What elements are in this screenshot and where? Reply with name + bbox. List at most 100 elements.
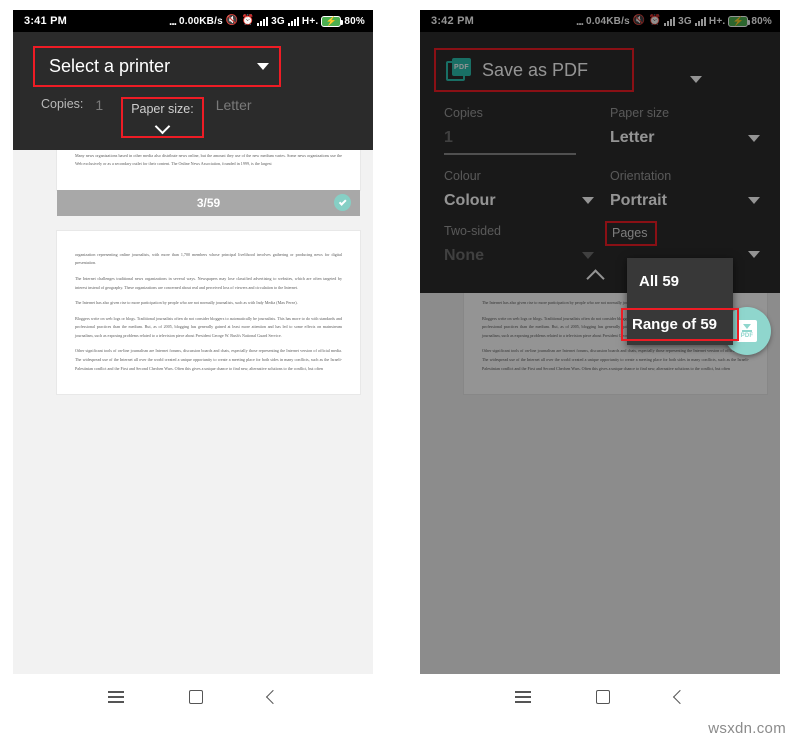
hplus-label: H+. — [301, 15, 319, 27]
alarm-icon: ⏰ — [648, 15, 662, 26]
paper-size-field[interactable]: Paper size Letter — [610, 106, 760, 169]
copies-input[interactable]: 1 — [444, 129, 594, 147]
dropdown-option-all[interactable]: All 59 — [627, 264, 733, 299]
left-page-4: organization representing online journal… — [57, 230, 360, 395]
printer-selector-label: Select a printer — [49, 56, 171, 76]
download-arrow-icon — [743, 324, 751, 329]
paragraph: The Internet has also given rise to more… — [75, 300, 298, 306]
paragraph: Bloggers write on web logs or blogs. Tra… — [75, 315, 342, 338]
copies-field[interactable]: Copies 1 — [444, 106, 594, 169]
pages-label-highlight: Pages — [605, 220, 658, 246]
chevron-down-icon[interactable] — [582, 197, 594, 204]
chevron-down-icon[interactable] — [748, 197, 760, 204]
menu-icon[interactable] — [514, 691, 531, 703]
paragraph: Other significant tools of on-line journ… — [75, 348, 342, 371]
pdf-icon-front: PDF — [452, 58, 471, 76]
dropdown-option-range[interactable]: Range of 59 — [621, 308, 739, 341]
network-type-label: 3G — [271, 15, 285, 27]
left-navigation-bar — [13, 674, 373, 720]
two-sided-value: None — [444, 246, 484, 264]
copies-label: Copies — [444, 106, 483, 120]
network-type-label: 3G — [678, 15, 692, 27]
home-square-icon[interactable] — [188, 690, 203, 704]
signal-bars-icon — [257, 16, 269, 26]
orientation-value: Portrait — [610, 191, 667, 209]
paper-size-value: Letter — [610, 129, 655, 146]
back-chevron-icon[interactable] — [266, 689, 281, 705]
status-time: 3:42 PM — [431, 15, 474, 27]
paper-size-selector[interactable]: Paper size: — [121, 97, 204, 138]
paragraph: organization representing online journal… — [75, 251, 342, 266]
two-sided-label: Two-sided — [444, 223, 501, 238]
left-phone-panel: saying "Nando evolved into the first ser… — [13, 10, 373, 720]
copies-underline — [444, 153, 576, 155]
pages-label: Pages — [612, 225, 648, 240]
alarm-icon: ⏰ — [241, 15, 255, 26]
battery-percent-label: 80% — [344, 15, 365, 27]
paper-size-label: Paper size — [610, 106, 670, 120]
pages-select[interactable] — [610, 250, 760, 258]
signal-bars-icon-2 — [287, 16, 299, 26]
chevron-down-icon[interactable] — [154, 118, 171, 135]
paragraph: The Internet challenges traditional news… — [75, 275, 342, 290]
orientation-select[interactable]: Portrait — [610, 192, 760, 210]
status-icons: ... 0.00KB/s 🔇 ⏰ 3G H+. ⚡ 80% — [169, 14, 365, 28]
page-gap — [13, 216, 373, 231]
left-page-indicator-bar: 3/59 — [57, 189, 360, 216]
battery-charging-icon: ⚡ — [728, 15, 751, 27]
battery-percent-label: 80% — [751, 15, 772, 27]
pages-dropdown-menu[interactable]: All 59 Range of 59 — [621, 258, 739, 345]
hplus-label: H+. — [708, 15, 726, 27]
signal-bars-icon-2 — [694, 16, 706, 26]
status-time: 3:41 PM — [24, 15, 67, 27]
print-options-grid: Copies 1 Paper size Letter Colour Colour… — [444, 106, 760, 279]
right-print-options-panel: PDF Save as PDF Copies 1 Paper size Lett… — [420, 32, 780, 293]
colour-label: Colour — [444, 168, 481, 183]
left-sub-options-row: Copies: 1 Paper size: Letter — [41, 97, 373, 138]
download-bar — [742, 330, 752, 332]
colour-value: Colour — [444, 191, 496, 209]
menu-icon[interactable] — [107, 691, 124, 703]
back-chevron-icon[interactable] — [673, 689, 688, 705]
status-icons: ... 0.04KB/s 🔇 ⏰ 3G H+. ⚡ 80% — [576, 14, 772, 28]
paragraph: Other significant tools of on-line journ… — [482, 348, 749, 371]
destination-label: Save as PDF — [482, 59, 589, 80]
copies-label: Copies: — [41, 97, 84, 111]
chevron-down-icon[interactable] — [690, 76, 702, 83]
paper-size-select[interactable]: Letter — [610, 129, 760, 147]
overflow-dots-icon: ... — [168, 14, 177, 28]
destination-selector[interactable]: PDF Save as PDF — [434, 48, 634, 92]
pdf-download-icon: PDF — [737, 320, 757, 342]
watermark: wsxdn.com — [708, 720, 786, 737]
left-print-options-header: Select a printer Copies: 1 Paper size: L… — [13, 32, 373, 150]
chevron-down-icon[interactable] — [257, 63, 269, 70]
overflow-dots-icon: ... — [575, 14, 584, 28]
paper-size-label: Paper size: — [131, 102, 194, 116]
paragraph: Many news organizations based in other m… — [75, 152, 342, 167]
right-status-bar: 3:42 PM ... 0.04KB/s 🔇 ⏰ 3G H+. ⚡ 80% — [420, 10, 780, 32]
pdf-file-icon: PDF — [446, 58, 472, 82]
colour-field[interactable]: Colour Colour — [444, 169, 594, 224]
mute-icon: 🔇 — [225, 15, 239, 26]
printer-selector[interactable]: Select a printer — [33, 46, 281, 87]
home-square-icon[interactable] — [595, 690, 610, 704]
signal-bars-icon — [664, 16, 676, 26]
check-circle-icon[interactable] — [334, 194, 351, 212]
right-phone-panel: saying "Nando evolved into the first ser… — [420, 10, 780, 720]
two-sided-select[interactable]: None — [444, 247, 594, 265]
network-speed-label: 0.00KB/s — [179, 15, 223, 27]
copies-value[interactable]: 1 — [95, 97, 103, 113]
two-sided-field[interactable]: Two-sided None — [444, 224, 594, 279]
orientation-label: Orientation — [610, 168, 672, 183]
orientation-field[interactable]: Orientation Portrait — [610, 169, 760, 224]
chevron-down-icon[interactable] — [582, 252, 594, 259]
network-speed-label: 0.04KB/s — [586, 15, 630, 27]
copies-value: 1 — [444, 129, 453, 146]
chevron-down-icon[interactable] — [748, 134, 760, 142]
right-navigation-bar — [420, 674, 780, 720]
chevron-down-icon[interactable] — [748, 250, 760, 258]
screenshot-stage: saying "Nando evolved into the first ser… — [0, 0, 794, 743]
colour-select[interactable]: Colour — [444, 192, 594, 210]
mute-icon: 🔇 — [632, 15, 646, 26]
left-status-bar: 3:41 PM ... 0.00KB/s 🔇 ⏰ 3G H+. ⚡ 80% — [13, 10, 373, 32]
